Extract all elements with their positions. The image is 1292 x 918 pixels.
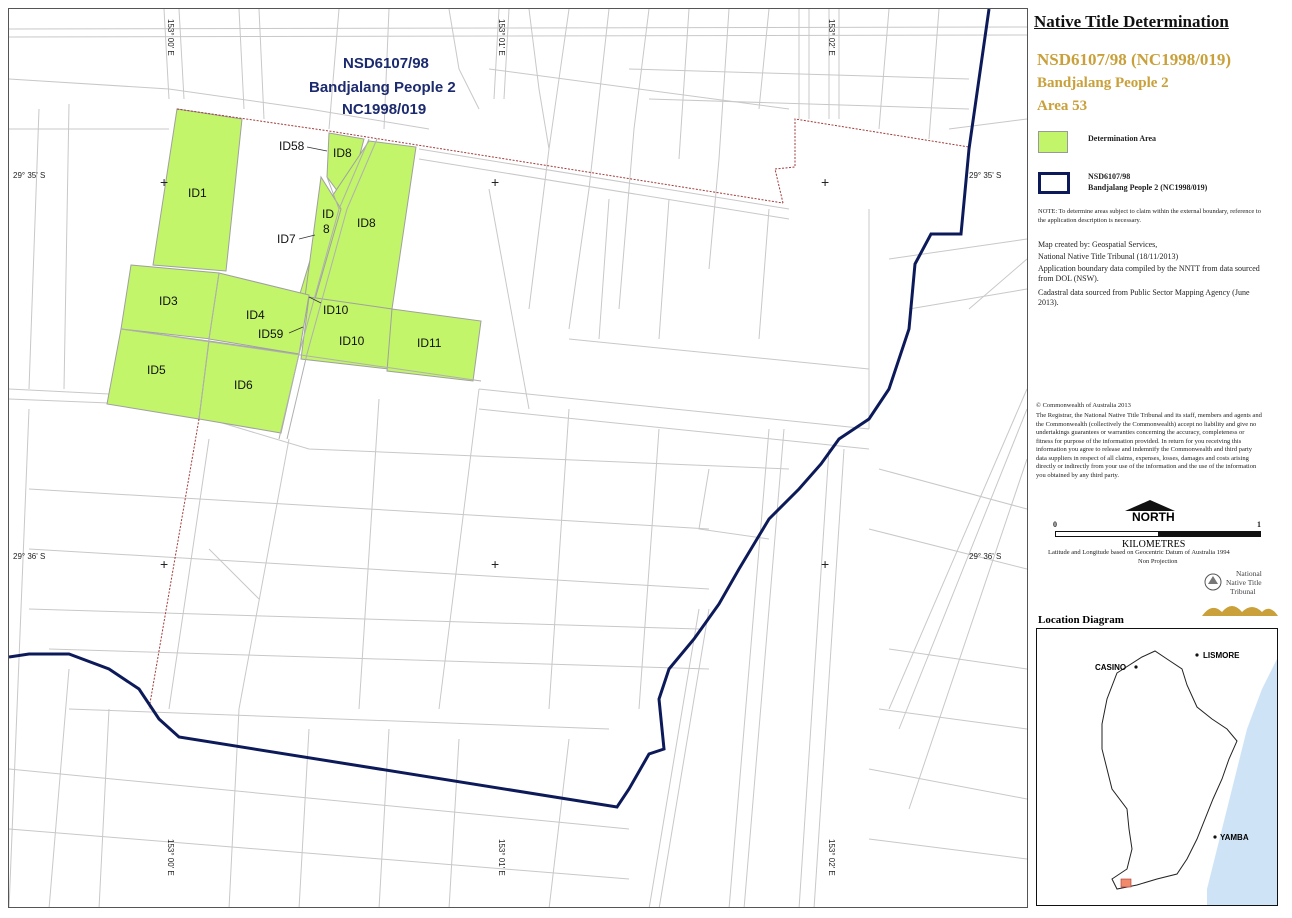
lon-label-bottom-2: 153° 01' E — [497, 839, 506, 876]
determination-area-group — [106, 108, 482, 434]
credit-line-2: National Native Title Tribunal (18/11/20… — [1038, 252, 1179, 261]
lon-label-top-3: 153° 02' E — [827, 19, 836, 56]
label-id8c-line1: ID — [322, 207, 334, 221]
nntt-crest-icon — [1204, 573, 1222, 591]
credit-line-4: Cadastral data sourced from Public Secto… — [1038, 288, 1250, 307]
legend-determination-label: Determination Area — [1088, 134, 1157, 143]
legend-panel: Native Title Determination NSD6107/98 (N… — [1030, 8, 1284, 906]
lon-label-bottom-1: 153° 00' E — [166, 839, 175, 876]
label-id3: ID3 — [159, 294, 178, 308]
lon-label-bottom-3: 153° 02' E — [827, 839, 836, 876]
label-id10a: ID10 — [323, 303, 349, 317]
north-label: NORTH — [1132, 510, 1175, 524]
label-id11: ID11 — [417, 336, 442, 350]
area-label: Area 53 — [1037, 98, 1088, 114]
logo-line3: Tribunal — [1230, 587, 1256, 596]
cadastre-lines — [9, 9, 1027, 907]
panel-heading: Native Title Determination — [1034, 12, 1229, 31]
application-name: Bandjalang People 2 — [1037, 75, 1169, 91]
label-id5: ID5 — [147, 363, 166, 377]
graticule-cross: + — [160, 174, 169, 190]
legend-boundary-line1: NSD6107/98 — [1088, 172, 1131, 181]
note-text: NOTE: To determine areas subject to clai… — [1038, 208, 1261, 224]
graticule-cross: + — [160, 556, 169, 572]
label-id10b: ID10 — [339, 334, 365, 348]
legend-boundary-swatch — [1038, 172, 1070, 194]
town-casino: CASINO — [1095, 663, 1127, 672]
label-id8c-line2: 8 — [323, 222, 330, 236]
location-diagram-title: Location Diagram — [1038, 614, 1124, 626]
lon-label-top-2: 153° 01' E — [497, 19, 506, 56]
scale-end: 1 — [1257, 520, 1261, 529]
map-title-line2: Bandjalang People 2 — [309, 79, 456, 96]
lat-label-left-1: 29° 35' S — [13, 171, 46, 180]
lat-label-right-1: 29° 35' S — [969, 171, 1002, 180]
legend-boundary-line2: Bandjalang People 2 (NC1998/019) — [1088, 183, 1208, 192]
graticule-cross: + — [491, 174, 500, 190]
map-title-line3: NC1998/019 — [342, 101, 427, 118]
scale-start: 0 — [1053, 520, 1057, 529]
application-id: NSD6107/98 (NC1998/019) — [1037, 50, 1232, 69]
copyright: © Commonwealth of Australia 2013 — [1036, 402, 1131, 409]
town-yamba: YAMBA — [1220, 833, 1249, 842]
lat-label-right-2: 29° 36' S — [969, 552, 1002, 561]
map-title-line1: NSD6107/98 — [343, 55, 429, 72]
location-area-marker — [1120, 878, 1132, 888]
legend-determination-swatch — [1038, 131, 1068, 153]
graticule-cross: + — [491, 556, 500, 572]
label-id7: ID7 — [277, 232, 296, 246]
town-lismore: LISMORE — [1203, 651, 1240, 660]
disclaimer: The Registrar, the National Native Title… — [1036, 412, 1262, 479]
map-canvas — [9, 9, 1027, 907]
scale-bar — [1055, 531, 1261, 537]
label-id58: ID58 — [279, 139, 305, 153]
label-id59: ID59 — [258, 327, 284, 341]
lon-label-top-1: 153° 00' E — [166, 19, 175, 56]
credit-line-1: Map created by: Geospatial Services, — [1038, 240, 1158, 249]
location-diagram: CASINO LISMORE YAMBA — [1036, 628, 1278, 906]
graticule-cross: + — [821, 174, 830, 190]
label-id6: ID6 — [234, 378, 253, 392]
map-frame[interactable]: NSD6107/98 Bandjalang People 2 NC1998/01… — [8, 8, 1028, 908]
label-id4: ID4 — [246, 308, 265, 322]
graticule-cross: + — [821, 556, 830, 572]
lat-label-left-2: 29° 36' S — [13, 552, 46, 561]
label-id1: ID1 — [188, 186, 207, 200]
label-id8b: ID8 — [357, 216, 376, 230]
credit-line-3: Application boundary data compiled by th… — [1038, 264, 1260, 283]
nntt-logo-wave-icon — [1202, 606, 1278, 616]
label-id8a: ID8 — [333, 146, 352, 160]
projection-text: Non Projection — [1138, 558, 1178, 565]
location-diagram-canvas — [1101, 650, 1277, 905]
datum-text: Latitude and Longitude based on Geocentr… — [1048, 549, 1230, 556]
